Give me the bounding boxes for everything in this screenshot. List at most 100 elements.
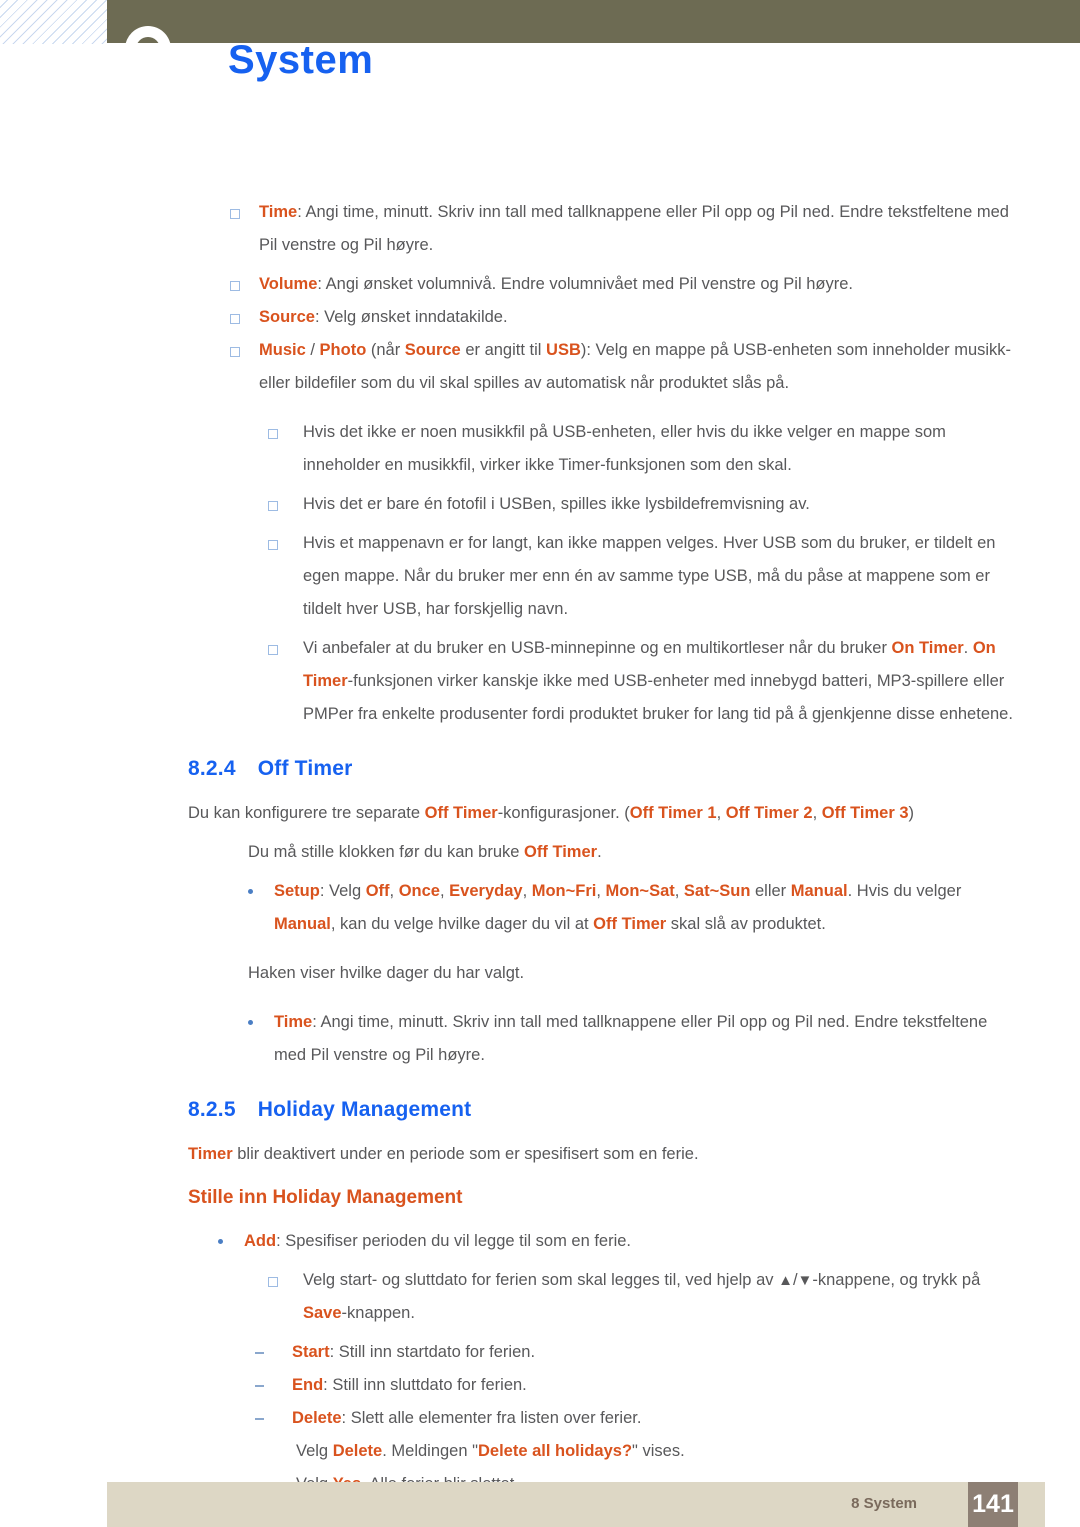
intro-p2: -konfigurasjoner. ( [497, 804, 630, 822]
list-item-rest: : Slett alle elementer fra listen over f… [341, 1409, 642, 1427]
heading-number: 8.2.5 [188, 1098, 236, 1121]
list-item: Time: Angi time, minutt. Skriv inn tall … [230, 196, 1018, 262]
list-item-rest: : Angi time, minutt. Skriv inn tall med … [274, 1013, 988, 1064]
keyword-source: Source [259, 308, 315, 326]
note-p1: Vi anbefaler at du bruker en USB-minnepi… [303, 639, 892, 657]
off-timer-check-note: Haken viser hvilke dager du har valgt. [248, 964, 525, 982]
keyword-timer: Timer [188, 1145, 233, 1163]
list-item-select-dates: Velg start- og sluttdato for ferien som … [268, 1264, 1018, 1330]
select-p1: Velg start- og sluttdato for ferien som … [303, 1271, 779, 1289]
intro-p4: , [812, 804, 822, 822]
select-p2: -knappene, og trykk på [812, 1271, 981, 1289]
list-item-text: Start: Still inn startdato for ferien. [292, 1336, 1018, 1369]
intro-p5: ) [908, 804, 915, 822]
list-item: Source: Velg ønsket inndatakilde. [230, 301, 1018, 334]
list-item-rest: : Still inn startdato for ferien. [329, 1343, 536, 1361]
msg-p3: " vises. [632, 1442, 685, 1460]
list-item-text: Hvis et mappenavn er for langt, kan ikke… [303, 534, 996, 618]
note-p2: . [597, 843, 602, 861]
square-bullet-icon [230, 281, 240, 291]
keyword-setup: Setup [274, 882, 320, 900]
setup-p5: skal slå av produktet. [666, 915, 826, 933]
triangle-up-icon: ▲ [778, 1272, 793, 1289]
list-item-text: Time: Angi time, minutt. Skriv inn tall … [274, 1006, 1010, 1072]
keyword-time: Time [274, 1013, 313, 1031]
list-item-music-photo: Music / Photo (når Source er angitt til … [230, 334, 1018, 400]
keyword-delete: Delete [292, 1409, 342, 1427]
option-sat-sun: Sat~Sun [683, 882, 751, 900]
comma: , [440, 882, 450, 900]
holiday-dash-list: Start: Still inn startdato for ferien. E… [255, 1336, 1018, 1435]
keyword-off-timer-2: Off Timer 2 [725, 804, 813, 822]
keyword-music: Music [259, 341, 306, 359]
heading-number: 8.2.4 [188, 757, 236, 780]
footer-chapter-label: 8 System [851, 1495, 917, 1512]
keyword-start: Start [292, 1343, 330, 1361]
off-timer-clock-note: Du må stille klokken før du kan bruke Of… [248, 836, 1018, 869]
list-item: Volume: Angi ønsket volumnivå. Endre vol… [230, 268, 1018, 301]
keyword-end: End [292, 1376, 324, 1394]
square-bullet-icon [268, 540, 278, 550]
list-item-on-timer-note: Vi anbefaler at du bruker en USB-minnepi… [268, 632, 1018, 731]
list-item-text: Vi anbefaler at du bruker en USB-minnepi… [303, 632, 1018, 731]
list-item-text: Delete: Slett alle elementer fra listen … [292, 1402, 1018, 1435]
square-bullet-icon [268, 429, 278, 439]
keyword-usb: USB [546, 341, 581, 359]
keyword-off-timer: Off Timer [524, 843, 598, 861]
option-off: Off [365, 882, 390, 900]
msg-p2: . Meldingen " [382, 1442, 478, 1460]
holiday-add-list: Add: Spesifiser perioden du vil legge ti… [218, 1225, 1010, 1258]
option-mon-sat: Mon~Sat [605, 882, 675, 900]
square-bullet-icon [268, 1277, 278, 1287]
keyword-time: Time [259, 203, 298, 221]
option-everyday: Everyday [449, 882, 523, 900]
page-header: System [0, 0, 1080, 110]
list-item-text: Source: Velg ønsket inndatakilde. [259, 301, 1018, 334]
list-item-setup: Setup: Velg Off, Once, Everyday, Mon~Fri… [248, 875, 1010, 941]
list-item: Hvis et mappenavn er for langt, kan ikke… [268, 527, 1018, 626]
intro-p1: Du kan konfigurere tre separate [188, 804, 425, 822]
square-bullet-icon [230, 347, 240, 357]
list-item-rest: : Angi time, minutt. Skriv inn tall med … [259, 203, 1009, 254]
note-p3: -funksjonen virker kanskje ikke med USB-… [303, 672, 1013, 723]
dot-bullet-icon [248, 889, 253, 894]
list-item-text: End: Still inn sluttdato for ferien. [292, 1369, 1018, 1402]
footer-page-number: 141 [968, 1482, 1018, 1527]
setup-p3: . Hvis du velger [847, 882, 962, 900]
comma: , [596, 882, 606, 900]
list-item-text: Music / Photo (når Source er angitt til … [259, 334, 1018, 400]
corner-stripe-decoration [0, 0, 107, 44]
option-manual: Manual [274, 915, 331, 933]
heading-text: Off Timer [257, 757, 353, 780]
list-item: Hvis det er bare én fotofil i USBen, spi… [268, 488, 1018, 521]
list-item-rest: : Still inn sluttdato for ferien. [323, 1376, 527, 1394]
setup-p4: , kan du velge hvilke dager du vil at [330, 915, 594, 933]
note-p2: . [963, 639, 973, 657]
keyword-off-timer: Off Timer [424, 804, 498, 822]
list-item-rest: : Velg ønsket inndatakilde. [314, 308, 508, 326]
intro-p1: blir deaktivert under en periode som er … [232, 1145, 699, 1163]
heading-text: Holiday Management [257, 1098, 472, 1121]
option-mon-fri: Mon~Fri [531, 882, 597, 900]
keyword-save: Save [303, 1304, 342, 1322]
comma: , [674, 882, 684, 900]
holiday-select-dates-list: Velg start- og sluttdato for ferien som … [268, 1264, 1018, 1330]
header-bar [107, 0, 1080, 43]
comma: , [389, 882, 399, 900]
option-manual: Manual [790, 882, 848, 900]
off-timer-time-list: Time: Angi time, minutt. Skriv inn tall … [248, 1006, 1010, 1072]
keyword-delete: Delete [332, 1442, 383, 1460]
usb-notes-list: Hvis det ikke er noen musikkfil på USB-e… [268, 416, 1018, 731]
dialog-message-delete-all-holidays: Delete all holidays? [477, 1442, 633, 1460]
dot-bullet-icon [248, 1020, 253, 1025]
list-item-text: Add: Spesifiser perioden du vil legge ti… [244, 1225, 1010, 1258]
comma: , [522, 882, 532, 900]
setup-p2: eller [750, 882, 791, 900]
top-settings-list: Time: Angi time, minutt. Skriv inn tall … [230, 196, 1018, 400]
